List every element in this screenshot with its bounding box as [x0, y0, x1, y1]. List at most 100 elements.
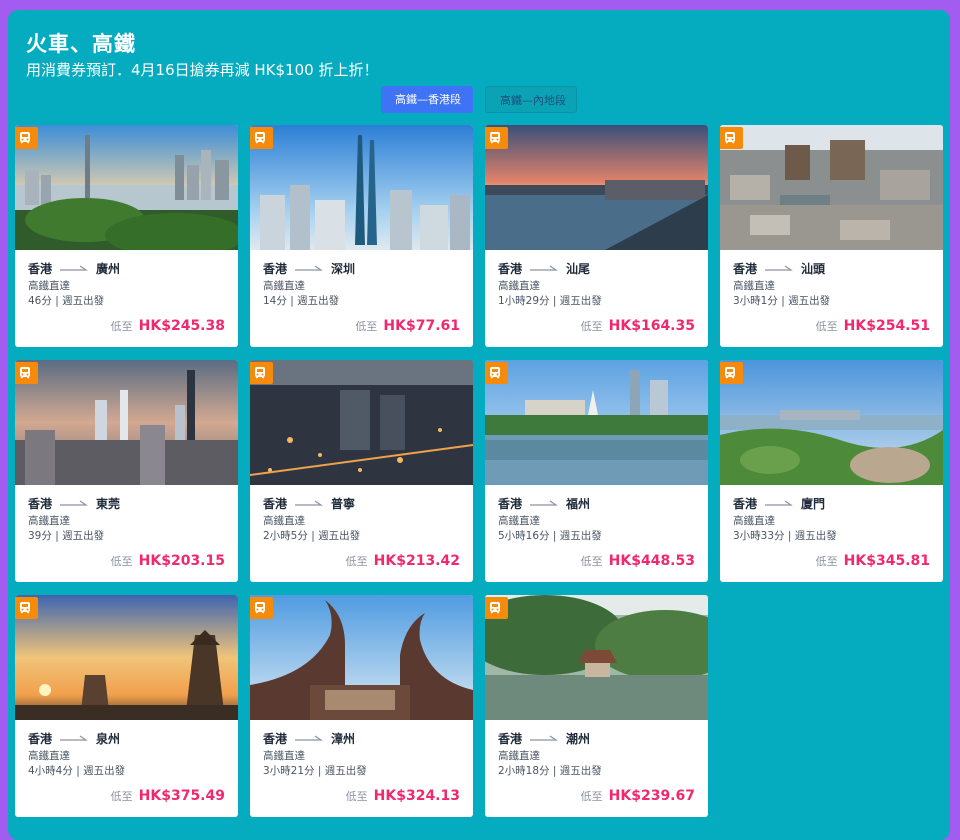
destination-card[interactable]: 香港 泉州 高鐵直達 4小時4分 | 週五出發 低至 HK$375.49 [15, 595, 238, 817]
arrow-right-icon [295, 500, 323, 506]
route: 香港 深圳 [263, 260, 355, 277]
destination-card[interactable]: 香港 廈門 高鐵直達 3小時33分 | 週五出發 低至 HK$345.81 [720, 360, 943, 582]
train-icon-badge [250, 127, 273, 149]
destination-city: 汕尾 [566, 262, 591, 276]
price-label: 低至 [345, 790, 368, 803]
origin-city: 香港 [498, 497, 523, 511]
train-icon-badge [720, 127, 743, 149]
destination-photo [15, 595, 238, 720]
price-label: 低至 [815, 555, 838, 568]
price: HK$239.67 [608, 788, 695, 804]
arrow-right-icon [295, 735, 323, 741]
destination-city: 泉州 [96, 732, 121, 746]
train-icon [255, 602, 265, 614]
service-type: 高鐵直達 [28, 750, 70, 762]
duration-schedule: 2小時18分 | 週五出發 [498, 765, 602, 777]
route: 香港 福州 [498, 495, 590, 512]
price-label: 低至 [110, 790, 133, 803]
price-row: 低至 HK$164.35 [581, 318, 695, 334]
service-type: 高鐵直達 [28, 280, 70, 292]
destination-city: 福州 [566, 497, 591, 511]
train-icon [725, 367, 735, 379]
destination-city: 廣州 [96, 262, 121, 276]
train-icon [255, 367, 265, 379]
price: HK$77.61 [383, 318, 460, 334]
service-type: 高鐵直達 [263, 515, 305, 527]
price: HK$245.38 [138, 318, 225, 334]
tab-mainland-section[interactable]: 高鐵—內地段 [485, 86, 577, 113]
arrow-right-icon [60, 500, 88, 506]
destination-photo [250, 595, 473, 720]
price-label: 低至 [580, 320, 603, 333]
origin-city: 香港 [28, 497, 53, 511]
tab-hk-section[interactable]: 高鐵—香港段 [381, 86, 473, 113]
price-row: 低至 HK$345.81 [816, 553, 930, 569]
destination-card[interactable]: 香港 普寧 高鐵直達 2小時5分 | 週五出發 低至 HK$213.42 [250, 360, 473, 582]
page-title: 火車、高鐵 [26, 32, 136, 56]
arrow-right-icon [765, 500, 793, 506]
service-type: 高鐵直達 [498, 515, 540, 527]
price: HK$254.51 [843, 318, 930, 334]
service-type: 高鐵直達 [263, 280, 305, 292]
route: 香港 漳州 [263, 730, 355, 747]
train-icon [725, 132, 735, 144]
price-row: 低至 HK$254.51 [816, 318, 930, 334]
origin-city: 香港 [263, 732, 288, 746]
destination-card[interactable]: 香港 潮州 高鐵直達 2小時18分 | 週五出發 低至 HK$239.67 [485, 595, 708, 817]
destination-city: 普寧 [331, 497, 356, 511]
train-icon-badge [485, 127, 508, 149]
destination-photo [720, 360, 943, 485]
destination-card[interactable]: 香港 汕頭 高鐵直達 3小時1分 | 週五出發 低至 HK$254.51 [720, 125, 943, 347]
price-label: 低至 [580, 790, 603, 803]
destination-photo [485, 360, 708, 485]
route: 香港 汕尾 [498, 260, 590, 277]
arrow-right-icon [60, 265, 88, 271]
destination-photo [485, 595, 708, 720]
origin-city: 香港 [733, 497, 758, 511]
arrow-right-icon [295, 265, 323, 271]
destination-photo [720, 125, 943, 250]
price: HK$164.35 [608, 318, 695, 334]
destination-card[interactable]: 香港 福州 高鐵直達 5小時16分 | 週五出發 低至 HK$448.53 [485, 360, 708, 582]
destination-card[interactable]: 香港 東莞 高鐵直達 39分 | 週五出發 低至 HK$203.15 [15, 360, 238, 582]
train-icon-badge [15, 127, 38, 149]
route: 香港 普寧 [263, 495, 355, 512]
price-row: 低至 HK$77.61 [355, 318, 460, 334]
price: HK$324.13 [373, 788, 460, 804]
destination-photo [485, 125, 708, 250]
destination-card[interactable]: 香港 廣州 高鐵直達 46分 | 週五出發 低至 HK$245.38 [15, 125, 238, 347]
origin-city: 香港 [28, 262, 53, 276]
route: 香港 廈門 [733, 495, 825, 512]
price: HK$345.81 [843, 553, 930, 569]
price-row: 低至 HK$213.42 [346, 553, 460, 569]
promo-subtitle: 用消費券預訂．4月16日搶券再減 HK$100 折上折！ [26, 61, 379, 79]
price: HK$448.53 [608, 553, 695, 569]
arrow-right-icon [530, 500, 558, 506]
origin-city: 香港 [733, 262, 758, 276]
duration-schedule: 4小時4分 | 週五出發 [28, 765, 126, 777]
destination-photo [250, 125, 473, 250]
price-row: 低至 HK$448.53 [581, 553, 695, 569]
destination-city: 東莞 [96, 497, 121, 511]
route: 香港 泉州 [28, 730, 120, 747]
service-type: 高鐵直達 [28, 515, 70, 527]
destination-card[interactable]: 香港 漳州 高鐵直達 3小時21分 | 週五出發 低至 HK$324.13 [250, 595, 473, 817]
destination-card[interactable]: 香港 汕尾 高鐵直達 1小時29分 | 週五出發 低至 HK$164.35 [485, 125, 708, 347]
service-type: 高鐵直達 [733, 515, 775, 527]
price-label: 低至 [110, 555, 133, 568]
origin-city: 香港 [498, 732, 523, 746]
origin-city: 香港 [28, 732, 53, 746]
duration-schedule: 3小時1分 | 週五出發 [733, 295, 831, 307]
destination-card[interactable]: 香港 深圳 高鐵直達 14分 | 週五出發 低至 HK$77.61 [250, 125, 473, 347]
route: 香港 東莞 [28, 495, 120, 512]
tab-bar: 高鐵—香港段 高鐵—內地段 [381, 86, 577, 113]
train-icon [20, 367, 30, 379]
train-icon [490, 367, 500, 379]
arrow-right-icon [765, 265, 793, 271]
price-row: 低至 HK$324.13 [346, 788, 460, 804]
duration-schedule: 14分 | 週五出發 [263, 295, 340, 307]
price-row: 低至 HK$239.67 [581, 788, 695, 804]
origin-city: 香港 [498, 262, 523, 276]
train-icon [255, 132, 265, 144]
duration-schedule: 46分 | 週五出發 [28, 295, 105, 307]
